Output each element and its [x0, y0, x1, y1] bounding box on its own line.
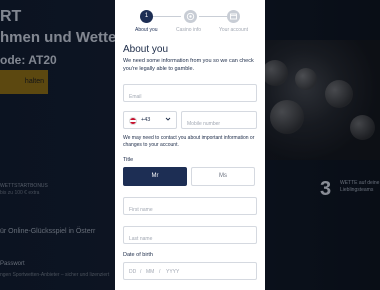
- dob-separator: /: [140, 269, 142, 275]
- dob-label: Date of birth: [123, 252, 153, 258]
- step-1-label: About you: [135, 27, 158, 33]
- mobile-number-field[interactable]: [181, 111, 257, 132]
- account-card-icon: [230, 13, 237, 20]
- dob-separator: /: [159, 269, 161, 275]
- austria-flag-icon: [129, 117, 137, 125]
- form-intro-text: We need some information from you so we …: [123, 58, 254, 72]
- title-label: Title: [123, 157, 134, 163]
- country-code-select[interactable]: +43: [123, 111, 177, 129]
- last-name-input[interactable]: [124, 231, 256, 247]
- first-name-field[interactable]: [123, 197, 257, 218]
- step-3-label: Your account: [219, 27, 249, 33]
- stepper-connector: [153, 16, 181, 17]
- form-heading: About you: [123, 44, 169, 55]
- dob-day-input[interactable]: DD: [129, 269, 136, 275]
- step-3-indicator: [227, 10, 240, 23]
- stepper-connector: [199, 16, 227, 17]
- last-name-field[interactable]: [123, 226, 257, 247]
- mobile-number-input[interactable]: [182, 116, 256, 132]
- dial-code-value: +43: [141, 117, 151, 123]
- first-name-input[interactable]: [124, 202, 256, 218]
- title-ms-button[interactable]: Ms: [191, 167, 255, 186]
- casino-chip-icon: [186, 12, 195, 21]
- step-1-indicator: 1: [140, 10, 153, 23]
- chevron-down-icon: [165, 116, 171, 124]
- step-2-label: Casino info: [176, 27, 202, 33]
- scroll-fade: [115, 284, 265, 290]
- progress-stepper: 1 About you Casino info Your account: [115, 10, 265, 35]
- phone-note-text: We may need to contact you about importa…: [123, 135, 255, 148]
- date-of-birth-field[interactable]: DD / MM / YYYY: [123, 262, 257, 280]
- email-field[interactable]: [123, 84, 257, 105]
- step-2-indicator: [184, 10, 197, 23]
- email-input[interactable]: [124, 89, 256, 105]
- title-mr-button[interactable]: Mr: [123, 167, 187, 186]
- dob-month-input[interactable]: MM: [146, 269, 154, 275]
- dob-year-input[interactable]: YYYY: [166, 269, 179, 275]
- registration-modal: 1 About you Casino info Your account Abo…: [115, 0, 265, 290]
